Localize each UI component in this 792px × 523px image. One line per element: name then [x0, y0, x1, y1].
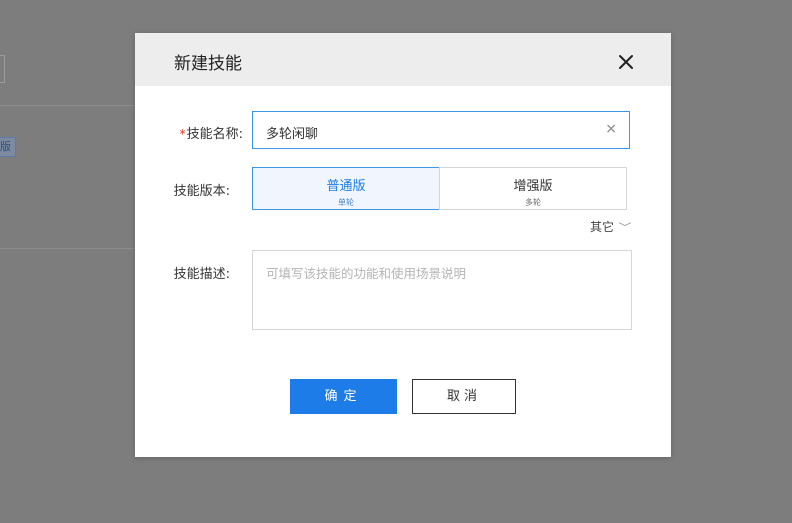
- skill-name-input[interactable]: 多轮闲聊 ×: [252, 111, 630, 149]
- background-divider: [0, 105, 140, 106]
- dialog-title: 新建技能: [174, 54, 242, 74]
- skill-description-label: 技能描述:: [173, 267, 230, 282]
- background-divider: [0, 248, 140, 249]
- close-button[interactable]: [616, 52, 636, 72]
- version-option-standard[interactable]: 普通版 单轮: [252, 167, 440, 210]
- skill-version-label: 技能版本:: [173, 184, 230, 199]
- version-selector: 普通版 单轮 增强版 多轮: [252, 167, 627, 210]
- chevron-down-icon: ﹀: [618, 223, 632, 234]
- version-option-enhanced[interactable]: 增强版 多轮: [439, 167, 627, 210]
- background-field: [0, 55, 5, 83]
- other-toggle[interactable]: 其它 ﹀: [590, 218, 632, 235]
- required-mark: *: [179, 127, 186, 141]
- version-option-subtitle: 多轮: [525, 198, 541, 207]
- confirm-button[interactable]: 确定: [290, 379, 397, 414]
- other-label: 其它: [590, 220, 615, 234]
- close-icon: [619, 55, 633, 69]
- new-skill-dialog: 新建技能 *技能名称: 多轮闲聊 × 技能版本: 普通版 单轮 增强版 多轮 其…: [135, 33, 671, 457]
- version-option-subtitle: 单轮: [338, 198, 354, 207]
- dialog-header: 新建技能: [135, 33, 671, 86]
- version-option-title: 普通版: [326, 179, 366, 194]
- skill-description-textarea[interactable]: 可填写该技能的功能和使用场景说明: [252, 250, 632, 330]
- background-tag-text: 版: [0, 140, 11, 153]
- skill-name-label-text: 技能名称:: [186, 127, 243, 142]
- background-tag: 版: [0, 137, 16, 157]
- description-placeholder: 可填写该技能的功能和使用场景说明: [266, 266, 467, 281]
- skill-name-value: 多轮闲聊: [266, 127, 319, 142]
- cancel-button[interactable]: 取消: [412, 379, 516, 414]
- clear-icon[interactable]: ×: [605, 121, 617, 137]
- version-option-title: 增强版: [513, 179, 553, 194]
- skill-name-label: *技能名称:: [148, 123, 243, 142]
